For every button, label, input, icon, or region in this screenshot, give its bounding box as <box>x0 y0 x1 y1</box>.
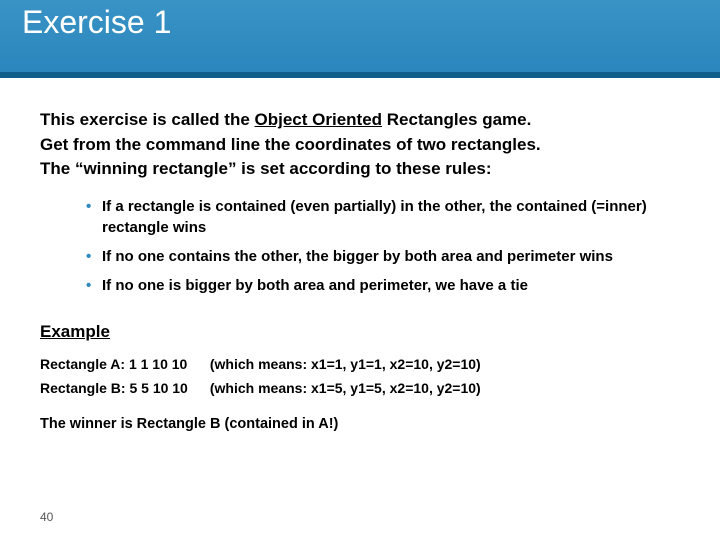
list-item: If no one is bigger by both area and per… <box>86 275 680 296</box>
intro-line-1: This exercise is called the Object Orien… <box>40 108 680 133</box>
rules-list: If a rectangle is contained (even partia… <box>86 196 680 296</box>
slide-title: Exercise 1 <box>0 0 171 41</box>
example-label: Rectangle A: 1 1 10 10 <box>40 352 198 376</box>
intro-line-2: Get from the command line the coordinate… <box>40 133 680 158</box>
rule-text: If no one contains the other, the bigger… <box>102 248 613 265</box>
list-item: If no one contains the other, the bigger… <box>86 246 680 267</box>
intro-line-3: The “winning rectangle” is set according… <box>40 157 680 182</box>
example-heading: Example <box>40 322 680 342</box>
table-row: Rectangle A: 1 1 10 10 (which means: x1=… <box>40 352 491 376</box>
example-meaning: (which means: x1=5, y1=5, x2=10, y2=10) <box>198 376 491 400</box>
list-item: If a rectangle is contained (even partia… <box>86 196 680 238</box>
intro-line1-underlined: Object Oriented <box>255 110 383 129</box>
slide: Exercise 1 This exercise is called the O… <box>0 0 720 540</box>
intro-line1-post: Rectangles game. <box>382 110 531 129</box>
title-band: Exercise 1 <box>0 0 720 72</box>
example-meaning: (which means: x1=1, y1=1, x2=10, y2=10) <box>198 352 491 376</box>
winner-text: The winner is Rectangle B (contained in … <box>40 416 680 432</box>
intro-text: This exercise is called the Object Orien… <box>40 108 680 182</box>
example-label: Rectangle B: 5 5 10 10 <box>40 376 198 400</box>
rule-text: If a rectangle is contained (even partia… <box>102 198 647 236</box>
example-table: Rectangle A: 1 1 10 10 (which means: x1=… <box>40 352 491 400</box>
content-area: This exercise is called the Object Orien… <box>0 78 720 432</box>
intro-line1-pre: This exercise is called the <box>40 110 255 129</box>
page-number: 40 <box>40 510 53 524</box>
rule-text: If no one is bigger by both area and per… <box>102 277 528 294</box>
table-row: Rectangle B: 5 5 10 10 (which means: x1=… <box>40 376 491 400</box>
